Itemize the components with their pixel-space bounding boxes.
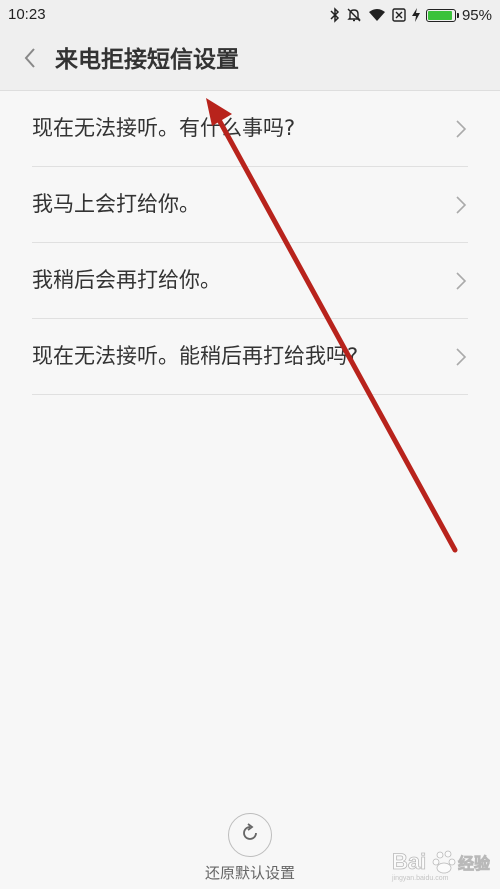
baidu-watermark-logo: Bai 经验 jingyan.baidu.com bbox=[391, 849, 490, 882]
bell-off-icon bbox=[346, 7, 362, 23]
header-bar: 来电拒接短信设置 bbox=[0, 30, 500, 91]
reply-item-text: 我马上会打给你。 bbox=[32, 192, 200, 216]
chevron-right-icon bbox=[456, 348, 467, 366]
sim-x-icon bbox=[392, 8, 406, 22]
chevron-left-icon bbox=[23, 47, 37, 73]
reply-item-text: 现在无法接听。能稍后再打给我吗? bbox=[32, 344, 359, 368]
battery-icon bbox=[425, 8, 459, 22]
status-icons: 95% bbox=[330, 5, 492, 25]
charging-bolt-icon bbox=[411, 8, 420, 22]
reply-list: 现在无法接听。有什么事吗? 我马上会打给你。 我稍后会再打给你。 现在无法接听。… bbox=[0, 91, 500, 395]
refresh-icon bbox=[239, 822, 261, 848]
status-bar: 10:23 95% bbox=[0, 0, 500, 30]
battery-fill bbox=[427, 10, 452, 20]
chevron-right-icon bbox=[456, 272, 467, 290]
svg-text:jingyan.baidu.com: jingyan.baidu.com bbox=[391, 875, 449, 882]
svg-text:经验: 经验 bbox=[458, 854, 490, 873]
status-time: 10:23 bbox=[8, 6, 46, 23]
reply-item[interactable]: 我马上会打给你。 bbox=[32, 167, 468, 243]
chevron-right-icon bbox=[456, 120, 467, 138]
back-button[interactable] bbox=[14, 44, 46, 76]
bluetooth-icon bbox=[330, 7, 340, 23]
reply-item[interactable]: 我稍后会再打给你。 bbox=[32, 243, 468, 319]
reply-item-text: 我稍后会再打给你。 bbox=[32, 268, 221, 292]
wifi-icon bbox=[368, 8, 386, 22]
reset-default-button[interactable] bbox=[228, 813, 272, 857]
chevron-right-icon bbox=[456, 196, 467, 214]
svg-text:Bai: Bai bbox=[392, 849, 426, 874]
reply-item[interactable]: 现在无法接听。有什么事吗? bbox=[32, 91, 468, 167]
battery-percent: 95% bbox=[461, 6, 492, 24]
page-title: 来电拒接短信设置 bbox=[55, 47, 239, 73]
reply-item[interactable]: 现在无法接听。能稍后再打给我吗? bbox=[32, 319, 468, 395]
reply-item-text: 现在无法接听。有什么事吗? bbox=[32, 116, 296, 140]
